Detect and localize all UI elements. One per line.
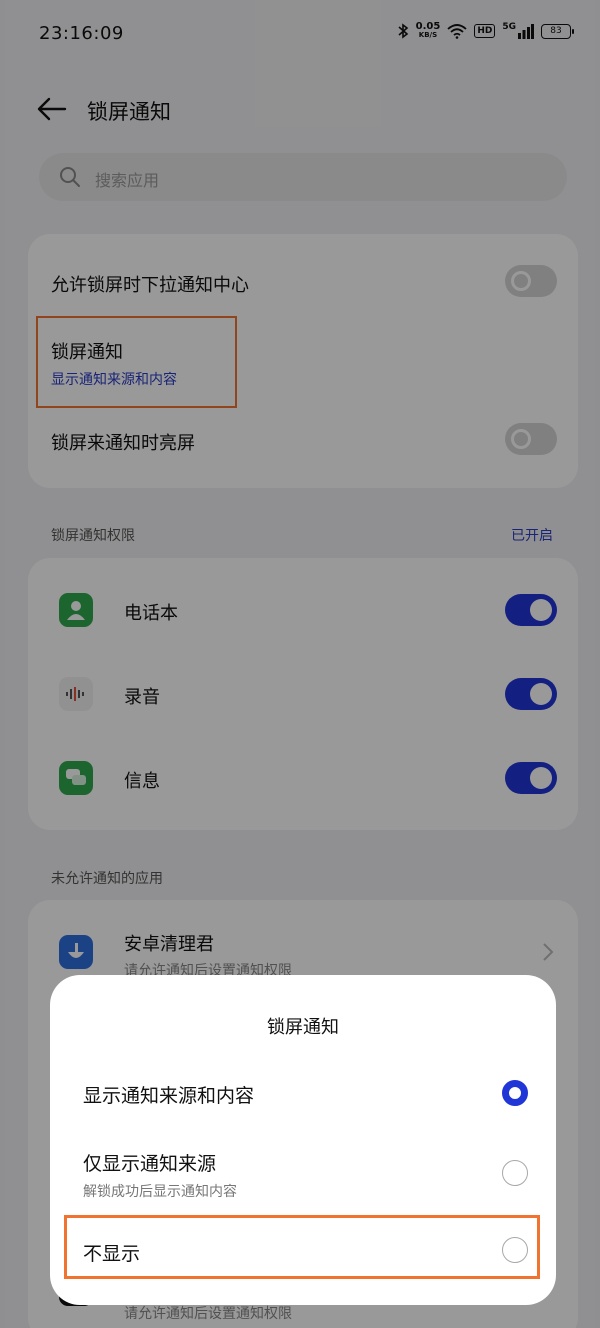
option-highlight-box — [64, 1215, 540, 1279]
option-source-only-sub: 解锁成功后显示通知内容 — [83, 1184, 237, 1200]
option-source-only[interactable]: 仅显示通知来源 解锁成功后显示通知内容 — [50, 1135, 556, 1211]
dialog-title: 锁屏通知 — [267, 1017, 339, 1038]
option-source-only-radio[interactable] — [502, 1160, 528, 1186]
option-show-all-radio[interactable] — [502, 1080, 528, 1106]
option-show-all-label: 显示通知来源和内容 — [83, 1085, 255, 1107]
screen: 23:16:09 0.05 KB/S HD 5G 83 锁屏通知 搜索应用 允许… — [5, 0, 595, 1328]
option-show-all[interactable]: 显示通知来源和内容 — [50, 1061, 556, 1125]
option-source-only-label: 仅显示通知来源 — [83, 1153, 217, 1175]
